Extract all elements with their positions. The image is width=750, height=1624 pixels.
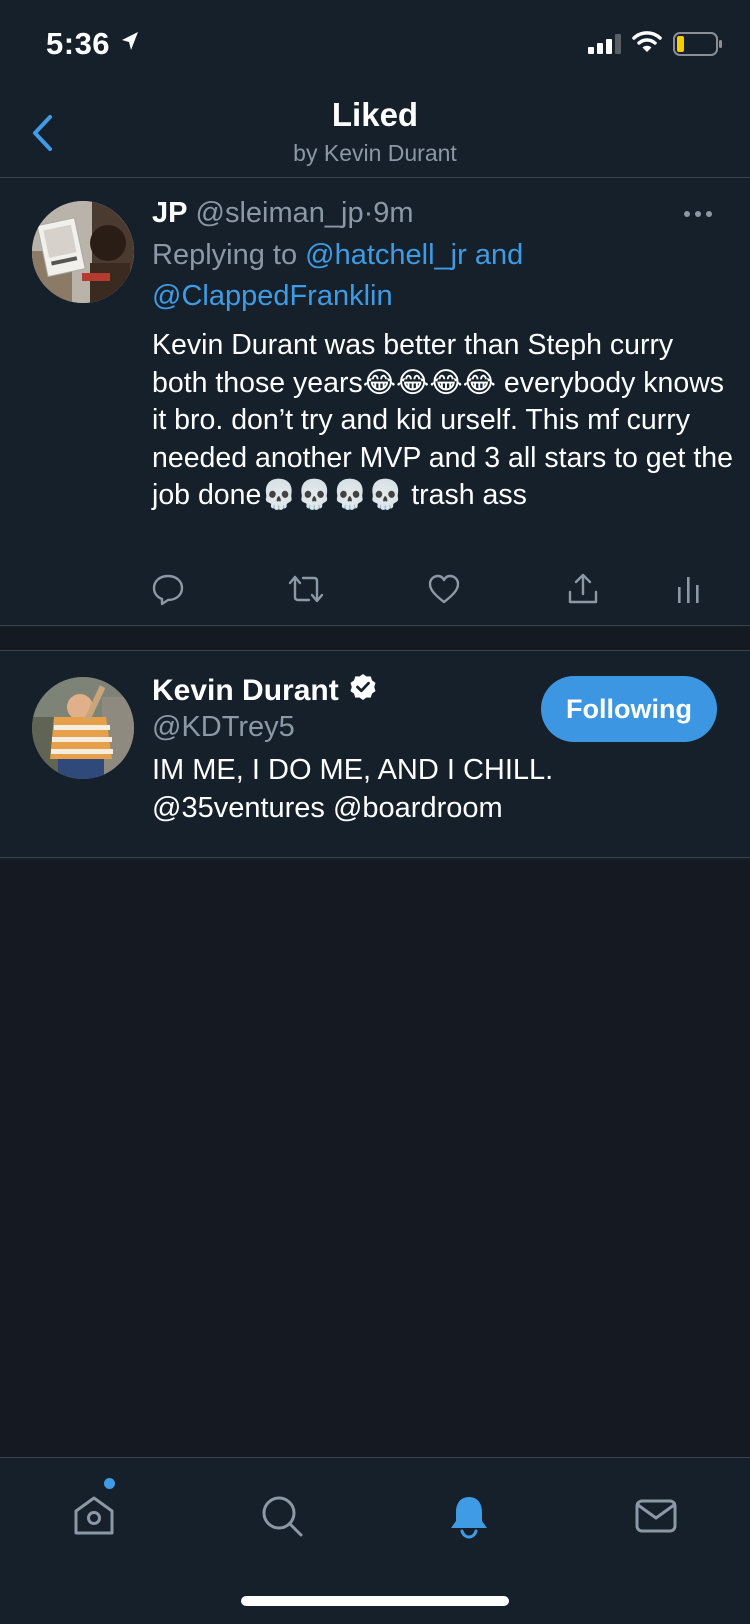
home-notification-dot (104, 1478, 115, 1489)
notifications-icon (451, 1497, 487, 1539)
user-name[interactable]: Kevin Durant (152, 674, 339, 708)
home-indicator (241, 1596, 509, 1606)
like-icon[interactable] (422, 567, 466, 611)
verified-badge-icon (349, 673, 377, 709)
tweet-header: JP @sleiman_jp·9m (152, 197, 414, 230)
nav-header: Liked by Kevin Durant (0, 90, 750, 178)
tab-notifications[interactable] (439, 1486, 499, 1546)
cellular-signal-icon (588, 34, 622, 59)
retweet-icon[interactable] (284, 567, 328, 611)
messages-icon (635, 1499, 677, 1533)
tweet[interactable]: JP @sleiman_jp·9m Replying to @hatchell_… (0, 179, 750, 626)
tweet-actions (0, 567, 750, 611)
tab-messages[interactable] (626, 1486, 686, 1546)
tab-bar (0, 1457, 750, 1624)
replying-to-and: and (474, 239, 524, 271)
replying-to-user-link[interactable]: @ClappedFranklin (152, 280, 393, 312)
tab-search[interactable] (252, 1486, 312, 1546)
user-card[interactable]: Kevin Durant @KDTrey5 IM ME, I DO ME, AN… (0, 650, 750, 858)
share-icon[interactable] (561, 567, 605, 611)
more-options-icon[interactable] (684, 207, 716, 221)
tweet-author-name[interactable]: JP (152, 197, 187, 229)
analytics-icon[interactable] (667, 567, 711, 611)
home-icon (74, 1496, 114, 1535)
replying-to-label: Replying to (152, 239, 298, 271)
user-avatar[interactable] (32, 677, 134, 779)
tweet-author-handle[interactable]: @sleiman_jp (196, 197, 364, 229)
tweet-avatar[interactable] (32, 201, 134, 303)
replying-to: Replying to @hatchell_jr and @ClappedFra… (152, 235, 722, 317)
page-title: Liked (331, 96, 419, 133)
status-bar: 5:36 (0, 0, 750, 90)
reply-icon[interactable] (146, 567, 190, 611)
replying-to-user-link[interactable]: @hatchell_jr (305, 239, 467, 271)
location-arrow-icon (120, 30, 140, 57)
battery-icon (673, 32, 723, 61)
section-separator (0, 627, 750, 650)
search-icon (262, 1496, 303, 1537)
wifi-icon (632, 30, 662, 59)
dot-separator: · (363, 197, 374, 229)
tweet-time: 9m (373, 197, 414, 229)
tweet-text: Kevin Durant was better than Steph curry… (152, 329, 733, 511)
user-bio: IM ME, I DO ME, AND I CHILL. @35ventures… (152, 754, 554, 824)
page-subtitle: by Kevin Durant (293, 140, 457, 166)
user-name-row: Kevin Durant (152, 673, 377, 709)
status-time: 5:36 (46, 26, 111, 61)
following-button[interactable]: Following (541, 676, 717, 742)
tab-home[interactable] (64, 1486, 124, 1546)
user-handle[interactable]: @KDTrey5 (152, 711, 295, 744)
